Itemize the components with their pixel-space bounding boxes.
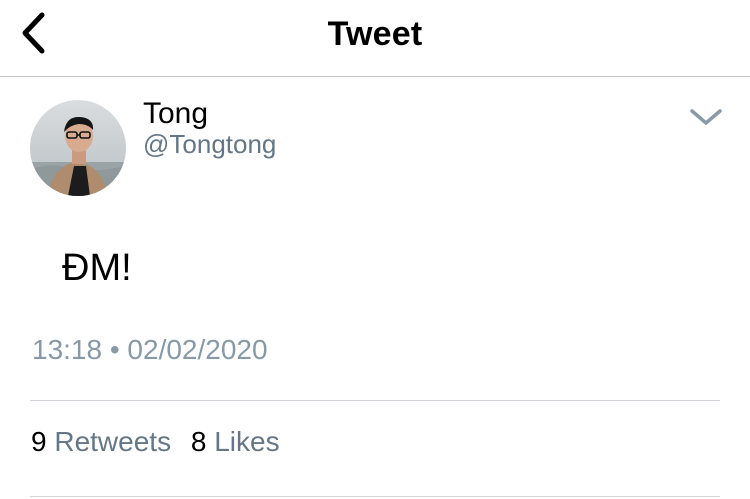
divider [30, 400, 720, 401]
chevron-down-icon [690, 109, 722, 125]
tweet-stats: 9 Retweets 8 Likes [31, 425, 292, 459]
divider [30, 496, 720, 497]
likes-label: Likes [214, 426, 280, 457]
likes-count: 8 [190, 426, 207, 457]
page-title: Tweet [327, 15, 423, 53]
retweets-count: 9 [31, 426, 47, 457]
likes-stat[interactable]: 8 Likes [191, 425, 280, 459]
avatar-photo [30, 100, 126, 196]
navigation-bar: Tweet [0, 0, 750, 77]
tweet-timestamp: 13:18 • 02/02/2020 [32, 334, 268, 365]
author-handle[interactable]: @Tongtong [143, 128, 276, 160]
tweet-text: ĐM! [62, 247, 132, 289]
avatar[interactable] [30, 100, 126, 196]
author-name[interactable]: Tong [143, 96, 208, 132]
retweets-label: Retweets [54, 426, 172, 457]
more-options-button[interactable] [686, 100, 726, 134]
retweets-stat[interactable]: 9 Retweets [31, 425, 171, 459]
